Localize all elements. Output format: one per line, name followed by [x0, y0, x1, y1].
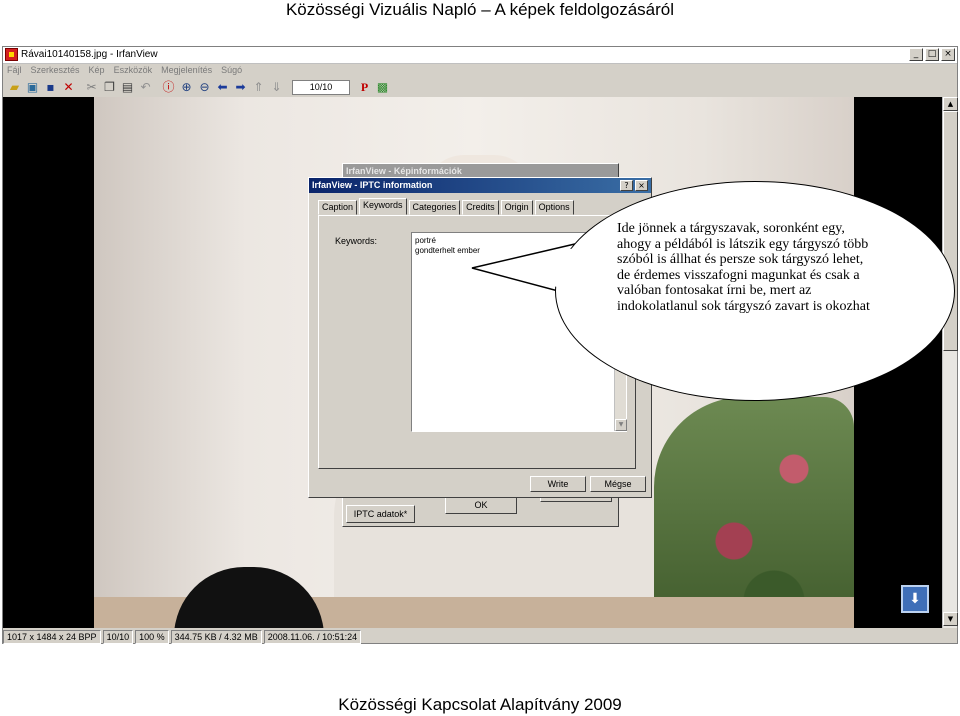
- irfanview-app-icon: [5, 48, 18, 61]
- iptc-dialog-title: IrfanView - IPTC information: [309, 178, 651, 193]
- zoom-in-icon[interactable]: ⊕: [178, 79, 195, 95]
- first-image-icon[interactable]: ⇑: [250, 79, 267, 95]
- info-icon[interactable]: ⓘ: [160, 79, 177, 95]
- print-p-icon[interactable]: P: [356, 79, 373, 95]
- last-image-icon[interactable]: ⇓: [268, 79, 285, 95]
- open-folder-icon[interactable]: ▰: [6, 79, 23, 95]
- image-info-dialog-title: IrfanView - Képinformációk: [343, 164, 618, 178]
- delete-icon[interactable]: ✕: [60, 79, 77, 95]
- iptc-data-button[interactable]: IPTC adatok*: [346, 505, 415, 523]
- status-index: 10/10: [102, 630, 134, 644]
- about-icon[interactable]: ▩: [374, 79, 391, 95]
- iptc-close-button[interactable]: ×: [635, 180, 648, 191]
- next-image-arrow-icon[interactable]: ⬇: [901, 585, 929, 613]
- menu-view[interactable]: Megjelenítés: [161, 64, 212, 77]
- minimize-button[interactable]: _: [909, 48, 923, 61]
- scroll-up-icon[interactable]: ▲: [943, 97, 958, 111]
- toolbar: ▰ ▣ ▪ ✕ ✂ ❐ ▤ ↶ ⓘ ⊕ ⊖ ⬅ ➡ ⇑ ⇓ 10/10 P ▩: [3, 77, 957, 97]
- window-titlebar: Rávai10140158.jpg - IrfanView _ □ ×: [3, 47, 957, 64]
- cut-icon[interactable]: ✂: [83, 79, 100, 95]
- status-dimensions: 1017 x 1484 x 24 BPP: [3, 630, 101, 644]
- slide-footer: Közösségi Kapcsolat Alapítvány 2009: [338, 695, 622, 714]
- menu-tools[interactable]: Eszközök: [114, 64, 153, 77]
- slide-title: Közösségi Vizuális Napló – A képek feldo…: [285, 0, 675, 19]
- maximize-button[interactable]: □: [925, 48, 939, 61]
- page-counter: 10/10: [292, 79, 350, 95]
- help-button[interactable]: ?: [620, 180, 633, 191]
- vertical-scrollbar[interactable]: ▲ ▼: [942, 97, 958, 628]
- next-icon[interactable]: ➡: [232, 79, 249, 95]
- undo-icon[interactable]: ↶: [137, 79, 154, 95]
- info-ok-button[interactable]: OK: [445, 496, 517, 514]
- keywords-scroll-down-icon[interactable]: ▼: [615, 419, 627, 431]
- callout-text: Ide jönnek a tárgyszavak, soronként egy,…: [617, 221, 870, 314]
- menu-image[interactable]: Kép: [89, 64, 105, 77]
- status-zoom: 100 %: [135, 630, 169, 644]
- close-button[interactable]: ×: [941, 48, 955, 61]
- zoom-out-icon[interactable]: ⊖: [196, 79, 213, 95]
- tab-keywords[interactable]: Keywords: [359, 198, 407, 215]
- status-filesize: 344.75 KB / 4.32 MB: [170, 630, 262, 644]
- cancel-button[interactable]: Mégse: [590, 476, 646, 492]
- tab-caption[interactable]: Caption: [318, 200, 358, 215]
- menu-edit[interactable]: Szerkesztés: [31, 64, 80, 77]
- paste-icon[interactable]: ▤: [119, 79, 136, 95]
- window-controls: _ □ ×: [909, 48, 955, 61]
- write-button[interactable]: Write: [530, 476, 586, 492]
- tab-origin[interactable]: Origin: [500, 200, 533, 215]
- tab-credits[interactable]: Credits: [462, 200, 499, 215]
- window-title: Rávai10140158.jpg - IrfanView: [21, 49, 158, 60]
- previous-icon[interactable]: ⬅: [214, 79, 231, 95]
- menubar: Fájl Szerkesztés Kép Eszközök Megjelenít…: [3, 64, 957, 77]
- iptc-tabs: Caption Keywords Categories Credits Orig…: [318, 198, 576, 215]
- tab-options[interactable]: Options: [534, 200, 574, 215]
- tab-categories[interactable]: Categories: [408, 200, 461, 215]
- copy-icon[interactable]: ❐: [101, 79, 118, 95]
- status-bar: 1017 x 1484 x 24 BPP 10/10 100 % 344.75 …: [3, 630, 957, 644]
- slideshow-icon[interactable]: ▣: [24, 79, 41, 95]
- menu-file[interactable]: Fájl: [7, 64, 22, 77]
- status-datetime: 2008.11.06. / 10:51:24: [263, 630, 362, 644]
- scroll-down-icon[interactable]: ▼: [943, 612, 958, 626]
- save-icon[interactable]: ▪: [42, 79, 59, 95]
- menu-help[interactable]: Súgó: [221, 64, 242, 77]
- keywords-label: Keywords:: [335, 236, 378, 246]
